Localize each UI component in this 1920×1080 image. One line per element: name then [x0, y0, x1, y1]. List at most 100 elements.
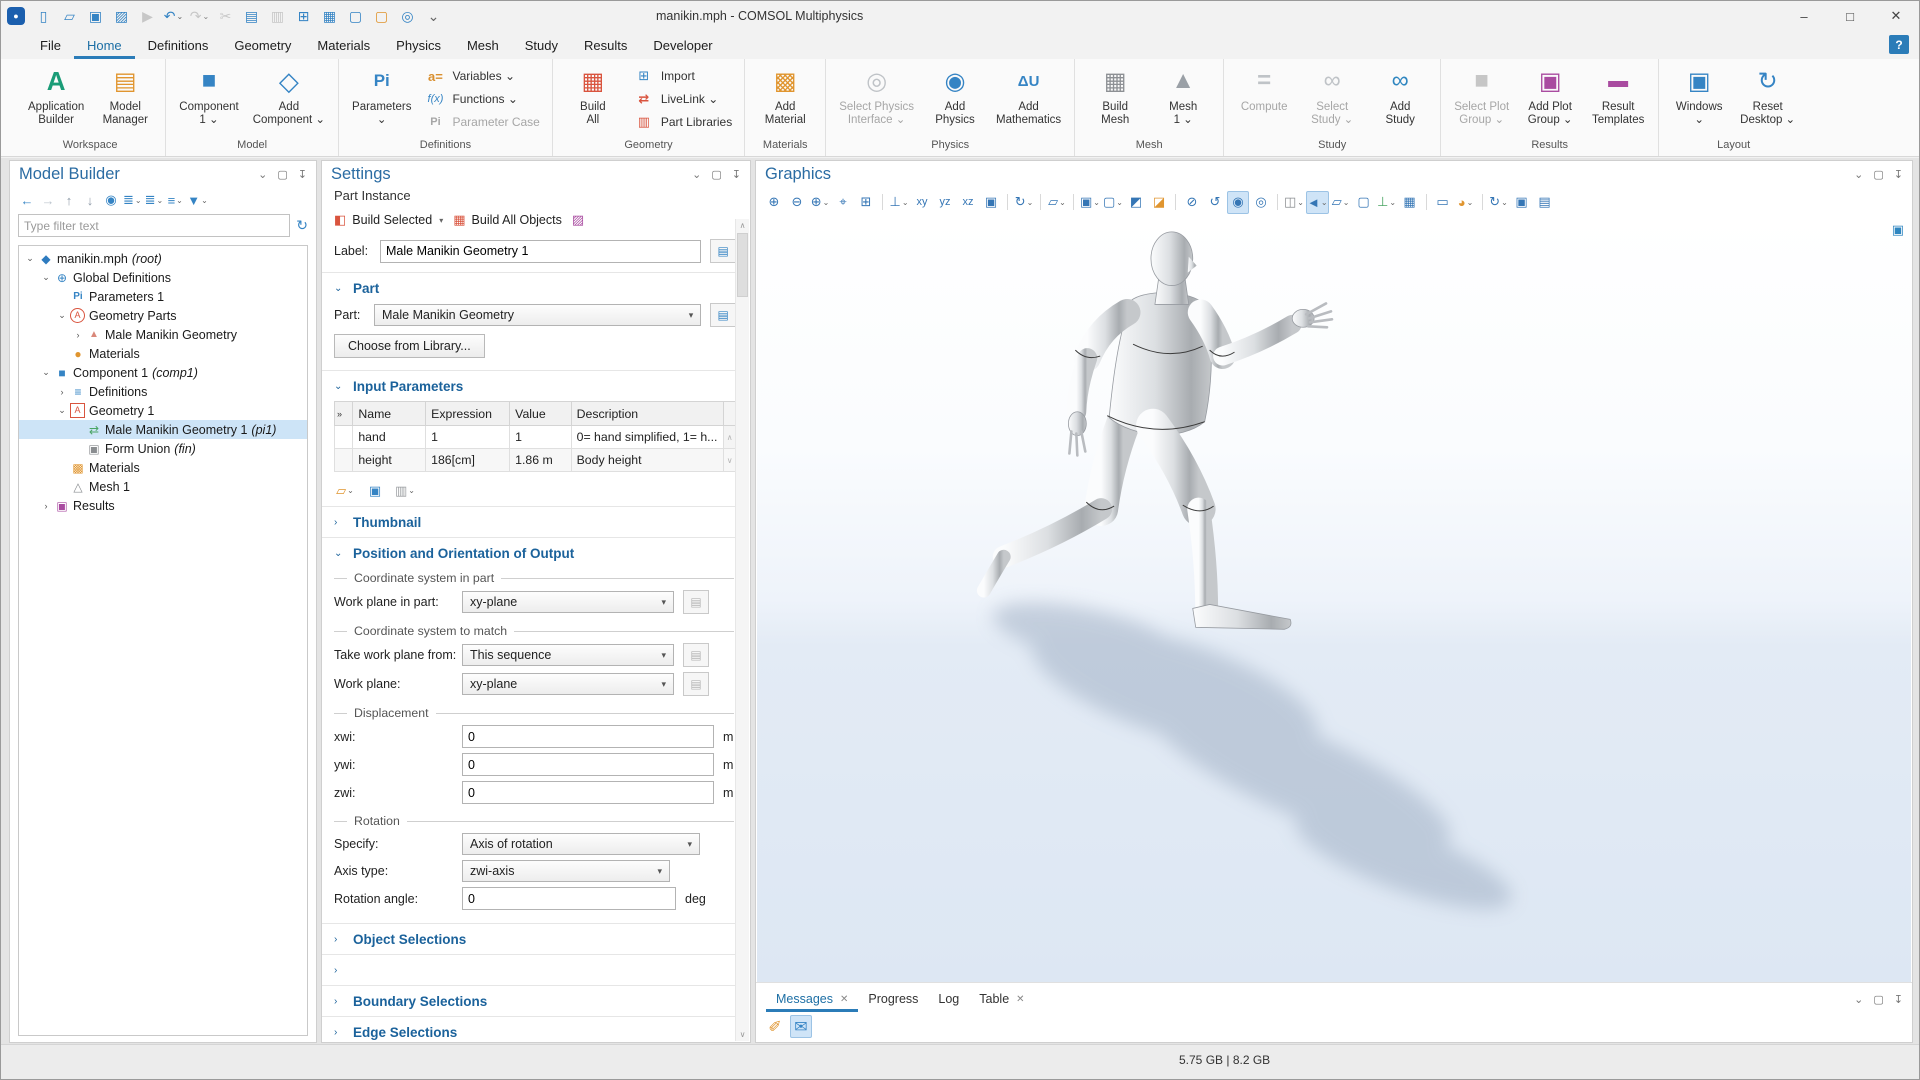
tree-item-materials-global[interactable]: ● Materials [19, 344, 307, 363]
expand-arrow[interactable]: ⌄ [55, 310, 69, 321]
tab-log[interactable]: Log [928, 988, 969, 1012]
information-float-icon[interactable]: ▢ [1873, 993, 1883, 1006]
snapshot-icon[interactable]: ▣ [1511, 191, 1533, 214]
duplicate-icon[interactable]: ⊞ [291, 4, 316, 28]
tree-item-results[interactable]: › ▣ Results [19, 496, 307, 515]
livelink-button[interactable]: ⇄ LiveLink ⌄ [628, 89, 737, 109]
col-description[interactable]: Description [571, 402, 724, 426]
annotation-icon[interactable]: ▭ [1432, 191, 1454, 214]
copy-icon[interactable]: ▤ [239, 4, 264, 28]
information-pin-icon[interactable]: ↧ [1894, 993, 1903, 1006]
expand-arrow[interactable]: ⌄ [55, 405, 69, 416]
model-manager-button[interactable]: ▤ Model Manager [92, 62, 158, 127]
table-scroll-up-icon[interactable]: ∧ [724, 426, 736, 449]
expand-arrow[interactable]: ⌄ [39, 272, 53, 283]
tab-geometry[interactable]: Geometry [221, 34, 304, 59]
tree-item-male-manikin-geometry-part[interactable]: › ▲ Male Manikin Geometry [19, 325, 307, 344]
close-table-icon[interactable]: ✕ [1016, 994, 1024, 1005]
expand-arrow[interactable]: › [39, 501, 53, 511]
clip-plane-icon[interactable]: ◫⌄ [1283, 191, 1305, 214]
find-icon[interactable]: ◎ [395, 4, 420, 28]
add-physics-button[interactable]: ◉ Add Physics [922, 62, 988, 127]
rotation-angle-input[interactable] [462, 887, 676, 910]
build-all-button[interactable]: ▦ Build All [560, 62, 626, 127]
create-plot-button[interactable]: ▨ [572, 212, 584, 228]
table-scroll-down-icon[interactable]: ∨ [724, 449, 736, 472]
section-edge-selections[interactable]: › Edge Selections [322, 1016, 736, 1042]
tree-item-form-union[interactable]: ▣ Form Union (fin) [19, 439, 307, 458]
save-parameters-icon[interactable]: ▣ [364, 479, 386, 502]
delete-icon[interactable]: ▦ [317, 4, 342, 28]
view-hidden-icon[interactable]: ◎ [1250, 191, 1272, 214]
model-tree-node-icon[interactable]: ≡⌄ [166, 190, 184, 210]
specify-select[interactable]: Axis of rotation ▾ [462, 833, 700, 855]
select-box-icon[interactable]: ▣⌄ [1079, 191, 1101, 214]
reset-hiding-icon[interactable]: ↺ [1204, 191, 1226, 214]
load-parameters-icon[interactable]: ▱⌄ [334, 479, 356, 502]
select-region-icon[interactable]: ▢ [343, 4, 368, 28]
model-builder-pin-icon[interactable]: ↧ [298, 168, 307, 181]
settings-menu-icon[interactable]: ⌄ [692, 168, 701, 181]
tree-item-definitions[interactable]: › ≡ Definitions [19, 382, 307, 401]
zoom-extents-icon[interactable]: ⌖ [832, 191, 854, 214]
clear-entity-selection-icon[interactable]: ◪ [1148, 191, 1170, 214]
axis-type-select[interactable]: zwi-axis ▾ [462, 860, 670, 882]
tree-item-geometry-parts[interactable]: ⌄ A Geometry Parts [19, 306, 307, 325]
table-corner[interactable]: » [335, 402, 353, 426]
zoom-in-icon[interactable]: ⊕ [763, 191, 785, 214]
deselect-box-icon[interactable]: ▢⌄ [1102, 191, 1124, 214]
xwi-input[interactable] [462, 725, 714, 748]
part-list-icon[interactable]: ▤ [710, 303, 736, 327]
tab-study[interactable]: Study [512, 34, 571, 59]
pop-out-icon[interactable]: ▣ [1892, 222, 1904, 238]
section-part[interactable]: ⌄ Part [334, 281, 736, 296]
section-thumbnail[interactable]: › Thumbnail [334, 515, 736, 530]
update-scene-icon[interactable]: ↻⌄ [1488, 191, 1510, 214]
result-templates-button[interactable]: ▬ Result Templates [1585, 62, 1651, 127]
model-builder-float-icon[interactable]: ▢ [277, 168, 287, 181]
save-icon[interactable]: ▣ [83, 4, 108, 28]
environment-reflection-icon[interactable]: ▱⌄ [1330, 191, 1352, 214]
print-icon[interactable]: ▤ [1534, 191, 1556, 214]
table-row-hand[interactable]: hand 1 1 0= hand simplified, 1= h... ∧ [335, 426, 736, 449]
tree-item-materials-component[interactable]: ▩ Materials [19, 458, 307, 477]
view-xz-icon[interactable]: xz [957, 191, 979, 214]
tab-physics[interactable]: Physics [383, 34, 454, 59]
grid-icon[interactable]: ▦ [1399, 191, 1421, 214]
close-messages-icon[interactable]: ✕ [840, 994, 848, 1005]
zoom-out-icon[interactable]: ⊖ [786, 191, 808, 214]
axis-indicator-icon[interactable]: ⊥⌄ [1376, 191, 1398, 214]
tab-definitions[interactable]: Definitions [135, 34, 222, 59]
hide-selected-icon[interactable]: ⊘ [1181, 191, 1203, 214]
close-button[interactable]: ✕ [1873, 1, 1919, 31]
undo-icon[interactable]: ↶⌄ [161, 4, 186, 28]
information-menu-icon[interactable]: ⌄ [1854, 993, 1863, 1006]
section-domain-selections[interactable]: › [322, 954, 736, 985]
functions-button[interactable]: f(x) Functions ⌄ [419, 89, 544, 109]
tab-home[interactable]: Home [74, 34, 135, 59]
scroll-up-icon[interactable]: ∧ [736, 221, 749, 230]
add-study-button[interactable]: ∞ Add Study [1367, 62, 1433, 127]
select-entities-icon[interactable]: ◩ [1125, 191, 1147, 214]
add-material-button[interactable]: ▩ Add Material [752, 62, 818, 127]
work-plane-select[interactable]: xy-plane ▾ [462, 673, 674, 695]
label-input[interactable] [380, 240, 701, 263]
tab-file[interactable]: File [27, 34, 74, 59]
build-mesh-button[interactable]: ▦ Build Mesh [1082, 62, 1148, 127]
new-file-icon[interactable]: ▯ [31, 4, 56, 28]
section-position-orientation[interactable]: ⌄ Position and Orientation of Output [334, 546, 736, 561]
take-work-plane-select[interactable]: This sequence ▾ [462, 644, 674, 666]
collapse-all-icon[interactable]: ≣⌄ [145, 190, 164, 210]
col-expression[interactable]: Expression [426, 402, 510, 426]
tab-results[interactable]: Results [571, 34, 640, 59]
open-file-icon[interactable]: ▱ [57, 4, 82, 28]
customize-toolbar-icon[interactable]: ⌄ [421, 4, 446, 28]
zwi-input[interactable] [462, 781, 714, 804]
settings-float-icon[interactable]: ▢ [711, 168, 721, 181]
view-yz-icon[interactable]: yz [934, 191, 956, 214]
label-edit-icon[interactable]: ▤ [710, 239, 736, 263]
tree-item-geometry-1[interactable]: ⌄ A Geometry 1 [19, 401, 307, 420]
tab-messages[interactable]: Messages ✕ [766, 988, 858, 1012]
default-view-icon[interactable]: ⊥⌄ [888, 191, 910, 214]
section-input-parameters[interactable]: ⌄ Input Parameters [334, 379, 736, 394]
